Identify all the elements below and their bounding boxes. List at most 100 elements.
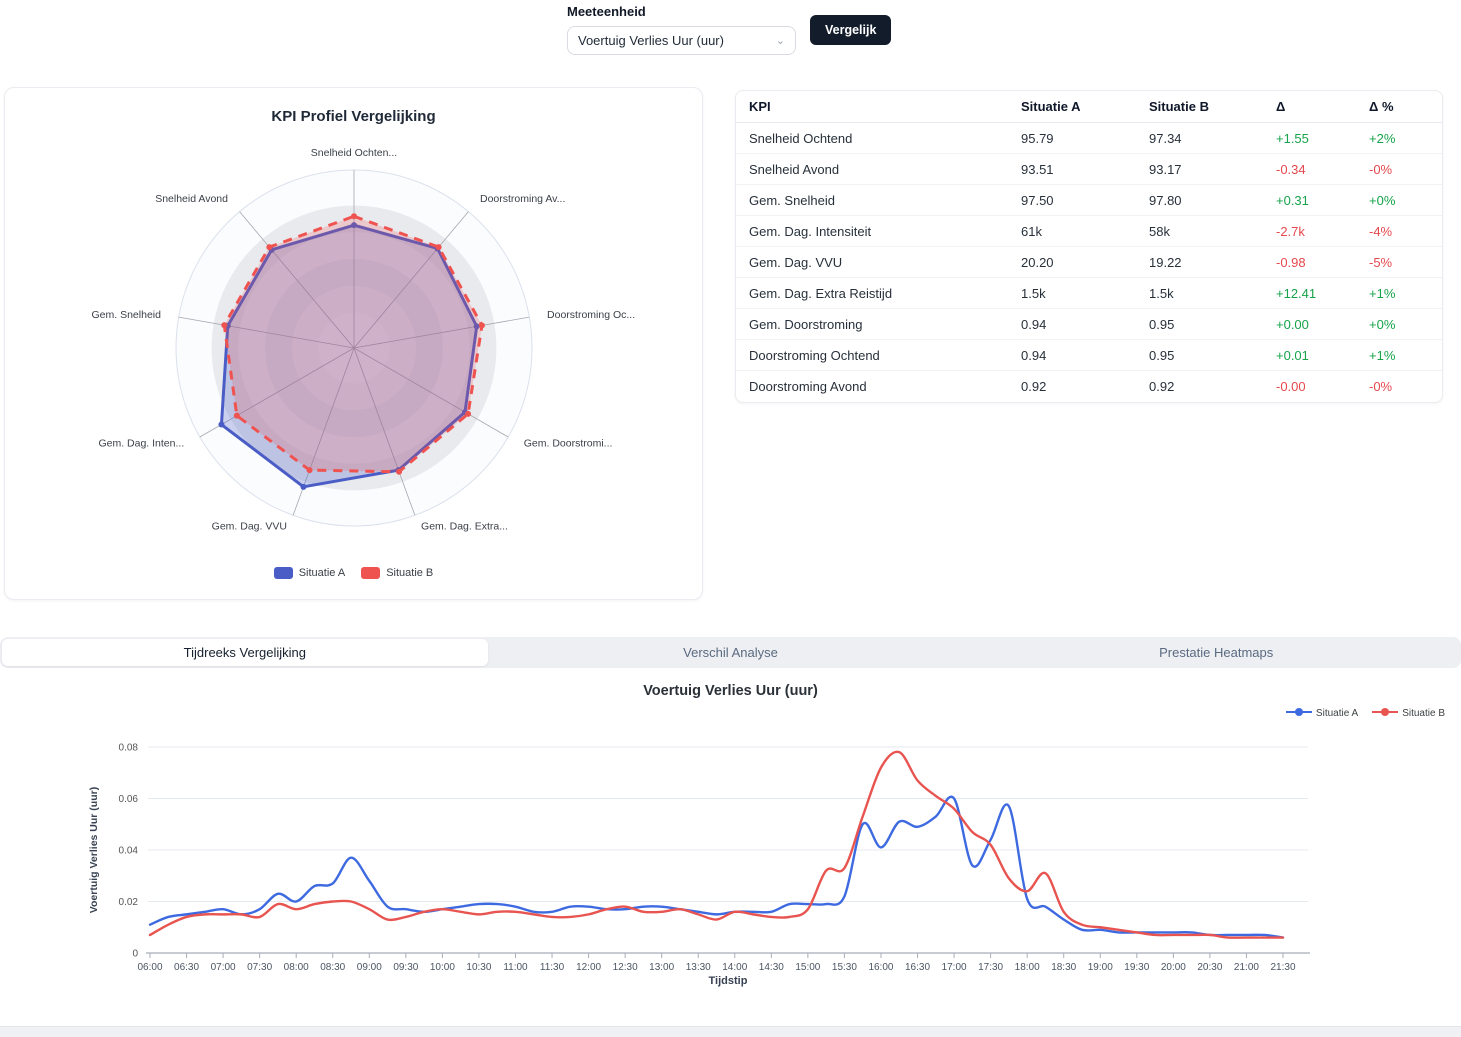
cell-situatie-b: 0.95 bbox=[1149, 348, 1276, 363]
svg-text:Tijdstip: Tijdstip bbox=[709, 975, 748, 987]
svg-text:06:00: 06:00 bbox=[137, 962, 162, 973]
cell-situatie-a: 97.50 bbox=[1021, 193, 1149, 208]
cell-kpi: Gem. Snelheid bbox=[749, 193, 1021, 208]
tab-verschil-analyse[interactable]: Verschil Analyse bbox=[488, 639, 974, 666]
svg-text:0.02: 0.02 bbox=[119, 897, 139, 908]
measure-field: Meeteenheid Voertuig Verlies Uur (uur) ⌄ bbox=[567, 4, 796, 55]
situatie-a-swatch bbox=[274, 567, 293, 579]
svg-text:Snelheid Avond: Snelheid Avond bbox=[155, 193, 228, 205]
svg-text:17:30: 17:30 bbox=[978, 962, 1003, 973]
table-row: Snelheid Ochtend95.7997.34+1.55+2% bbox=[736, 123, 1442, 154]
radar-chart-title: KPI Profiel Vergelijking bbox=[5, 108, 702, 125]
svg-text:0.08: 0.08 bbox=[119, 743, 139, 754]
svg-text:07:00: 07:00 bbox=[211, 962, 236, 973]
cell-delta: -0.98 bbox=[1276, 255, 1369, 270]
column-header-situatie-a: Situatie A bbox=[1021, 99, 1149, 114]
svg-text:Gem. Snelheid: Gem. Snelheid bbox=[92, 309, 162, 321]
vergelijk-button[interactable]: Vergelijk bbox=[810, 15, 891, 45]
svg-text:20:00: 20:00 bbox=[1161, 962, 1186, 973]
cell-kpi: Gem. Dag. Extra Reistijd bbox=[749, 286, 1021, 301]
svg-text:08:30: 08:30 bbox=[320, 962, 345, 973]
cell-kpi: Gem. Dag. Intensiteit bbox=[749, 224, 1021, 239]
cell-delta: +0.01 bbox=[1276, 348, 1369, 363]
bottom-strip bbox=[0, 1026, 1461, 1037]
svg-text:0: 0 bbox=[132, 949, 138, 960]
cell-situatie-b: 58k bbox=[1149, 224, 1276, 239]
cell-delta-pct: +1% bbox=[1369, 348, 1442, 363]
svg-text:14:00: 14:00 bbox=[722, 962, 747, 973]
cell-delta: +0.31 bbox=[1276, 193, 1369, 208]
table-row: Snelheid Avond93.5193.17-0.34-0% bbox=[736, 154, 1442, 185]
svg-text:0.06: 0.06 bbox=[119, 794, 139, 805]
cell-delta: +0.00 bbox=[1276, 317, 1369, 332]
cell-kpi: Doorstroming Ochtend bbox=[749, 348, 1021, 363]
measure-label: Meeteenheid bbox=[567, 4, 796, 19]
svg-text:13:30: 13:30 bbox=[686, 962, 711, 973]
svg-text:19:00: 19:00 bbox=[1088, 962, 1113, 973]
meeteenheid-select[interactable]: Voertuig Verlies Uur (uur) ⌄ bbox=[567, 26, 796, 55]
svg-text:06:30: 06:30 bbox=[174, 962, 199, 973]
cell-delta: -0.00 bbox=[1276, 379, 1369, 394]
cell-situatie-a: 20.20 bbox=[1021, 255, 1149, 270]
svg-text:Gem. Dag. Inten...: Gem. Dag. Inten... bbox=[98, 438, 184, 450]
cell-situatie-a: 0.92 bbox=[1021, 379, 1149, 394]
cell-delta-pct: -0% bbox=[1369, 379, 1442, 394]
legend-item-situatie-b[interactable]: Situatie B bbox=[361, 567, 433, 579]
column-header-delta-pct: Δ % bbox=[1369, 99, 1442, 114]
cell-delta-pct: -0% bbox=[1369, 162, 1442, 177]
svg-text:19:30: 19:30 bbox=[1124, 962, 1149, 973]
svg-text:18:30: 18:30 bbox=[1051, 962, 1076, 973]
svg-text:Gem. Doorstromi...: Gem. Doorstromi... bbox=[524, 438, 613, 450]
cell-delta: +12.41 bbox=[1276, 286, 1369, 301]
svg-text:16:00: 16:00 bbox=[868, 962, 893, 973]
cell-delta-pct: +0% bbox=[1369, 193, 1442, 208]
svg-text:10:00: 10:00 bbox=[430, 962, 455, 973]
radar-chart: Snelheid Ochten... Doorstroming Av... Door… bbox=[5, 130, 704, 575]
cell-situatie-b: 0.95 bbox=[1149, 317, 1276, 332]
cell-delta: -2.7k bbox=[1276, 224, 1369, 239]
cell-delta-pct: -4% bbox=[1369, 224, 1442, 239]
svg-text:12:30: 12:30 bbox=[613, 962, 638, 973]
cell-delta-pct: +0% bbox=[1369, 317, 1442, 332]
svg-text:13:00: 13:00 bbox=[649, 962, 674, 973]
tab-tijdreeks-vergelijking[interactable]: Tijdreeks Vergelijking bbox=[2, 639, 488, 666]
cell-situatie-b: 97.80 bbox=[1149, 193, 1276, 208]
svg-text:Doorstroming Av...: Doorstroming Av... bbox=[480, 193, 565, 205]
table-row: Doorstroming Avond0.920.92-0.00-0% bbox=[736, 371, 1442, 402]
svg-text:16:30: 16:30 bbox=[905, 962, 930, 973]
meeteenheid-selected-value: Voertuig Verlies Uur (uur) bbox=[578, 33, 724, 48]
legend-label: Situatie B bbox=[386, 567, 433, 579]
cell-situatie-b: 97.34 bbox=[1149, 131, 1276, 146]
svg-text:10:30: 10:30 bbox=[466, 962, 491, 973]
cell-kpi: Gem. Doorstroming bbox=[749, 317, 1021, 332]
svg-text:07:30: 07:30 bbox=[247, 962, 272, 973]
svg-text:12:00: 12:00 bbox=[576, 962, 601, 973]
timeseries-chart: 00.020.040.060.0806:0006:3007:0007:3008:… bbox=[0, 665, 1461, 1015]
radar-legend: Situatie A Situatie B bbox=[5, 567, 702, 579]
tab-bar: Tijdreeks Vergelijking Verschil Analyse … bbox=[0, 637, 1461, 668]
legend-label: Situatie A bbox=[299, 567, 345, 579]
svg-text:09:00: 09:00 bbox=[357, 962, 382, 973]
svg-text:18:00: 18:00 bbox=[1015, 962, 1040, 973]
cell-situatie-b: 19.22 bbox=[1149, 255, 1276, 270]
svg-text:Snelheid Ochten...: Snelheid Ochten... bbox=[311, 147, 397, 159]
cell-delta-pct: +1% bbox=[1369, 286, 1442, 301]
svg-text:09:30: 09:30 bbox=[393, 962, 418, 973]
svg-text:Doorstroming Oc...: Doorstroming Oc... bbox=[547, 309, 635, 321]
cell-delta: -0.34 bbox=[1276, 162, 1369, 177]
kpi-table-card: KPI Situatie A Situatie B Δ Δ % Snelheid… bbox=[735, 90, 1443, 403]
cell-situatie-a: 0.94 bbox=[1021, 317, 1149, 332]
cell-situatie-a: 1.5k bbox=[1021, 286, 1149, 301]
cell-kpi: Snelheid Avond bbox=[749, 162, 1021, 177]
table-row: Doorstroming Ochtend0.940.95+0.01+1% bbox=[736, 340, 1442, 371]
tab-prestatie-heatmaps[interactable]: Prestatie Heatmaps bbox=[973, 639, 1459, 666]
column-header-kpi: KPI bbox=[749, 99, 1021, 114]
radar-card: KPI Profiel Vergelijking Snelheid Ochten… bbox=[4, 87, 703, 600]
svg-text:11:30: 11:30 bbox=[540, 962, 565, 973]
cell-situatie-a: 95.79 bbox=[1021, 131, 1149, 146]
svg-text:15:30: 15:30 bbox=[832, 962, 857, 973]
chevron-down-icon: ⌄ bbox=[776, 34, 785, 47]
table-body: Snelheid Ochtend95.7997.34+1.55+2%Snelhe… bbox=[736, 123, 1442, 402]
legend-item-situatie-a[interactable]: Situatie A bbox=[274, 567, 345, 579]
situatie-b-swatch bbox=[361, 567, 380, 579]
